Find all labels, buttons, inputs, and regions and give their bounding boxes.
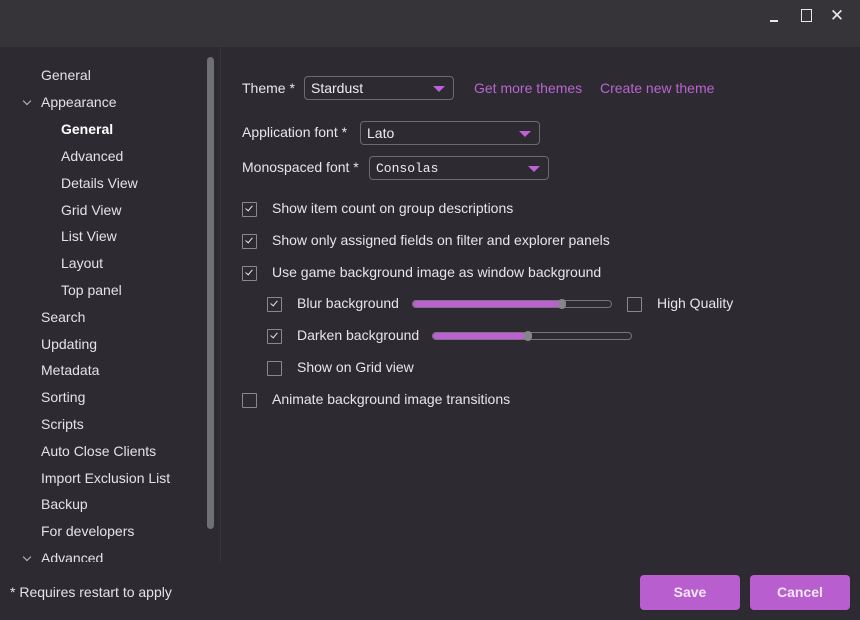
use-background-image-label[interactable]: Use game background image as window back… xyxy=(272,264,601,280)
show-item-count-label[interactable]: Show item count on group descriptions xyxy=(272,200,513,216)
show-assigned-fields-label[interactable]: Show only assigned fields on filter and … xyxy=(272,232,610,248)
dropdown-arrow-icon xyxy=(433,86,445,92)
sidebar-item-list-view[interactable]: List View xyxy=(61,228,117,244)
dropdown-arrow-icon xyxy=(519,131,531,137)
sidebar-item-appearance-advanced[interactable]: Advanced xyxy=(61,148,123,164)
theme-value: Stardust xyxy=(311,80,364,96)
darken-background-label[interactable]: Darken background xyxy=(297,327,419,343)
darken-slider[interactable] xyxy=(432,331,632,341)
blur-slider[interactable] xyxy=(412,299,612,309)
sidebar-item-details-view[interactable]: Details View xyxy=(61,175,138,191)
sidebar-item-for-developers[interactable]: For developers xyxy=(41,523,134,539)
darken-background-checkbox[interactable] xyxy=(267,329,282,344)
high-quality-checkbox[interactable] xyxy=(627,297,642,312)
sidebar-item-general[interactable]: General xyxy=(41,67,91,83)
blur-background-checkbox[interactable] xyxy=(267,297,282,312)
maximize-button[interactable] xyxy=(795,6,817,26)
blur-slider-thumb[interactable] xyxy=(557,299,566,309)
chevron-down-icon[interactable] xyxy=(23,99,31,107)
sidebar-item-search[interactable]: Search xyxy=(41,309,85,325)
app-font-label: Application font * xyxy=(242,124,348,140)
minimize-button[interactable] xyxy=(763,6,785,26)
sidebar-item-auto-close-clients[interactable]: Auto Close Clients xyxy=(41,443,156,459)
app-font-value: Lato xyxy=(367,125,395,141)
create-new-theme-link[interactable]: Create new theme xyxy=(600,80,714,96)
save-button[interactable]: Save xyxy=(640,575,740,610)
chevron-down-icon[interactable] xyxy=(23,555,31,562)
sidebar-item-metadata[interactable]: Metadata xyxy=(41,362,99,378)
close-button[interactable]: ✕ xyxy=(826,6,848,26)
blur-background-label[interactable]: Blur background xyxy=(297,295,399,311)
mono-font-value: Consolas xyxy=(376,161,439,176)
restart-note: * Requires restart to apply xyxy=(10,584,172,600)
sidebar-item-advanced[interactable]: Advanced xyxy=(41,550,103,562)
divider xyxy=(220,47,221,562)
sidebar-item-backup[interactable]: Backup xyxy=(41,496,88,512)
mono-font-label: Monospaced font * xyxy=(242,159,359,175)
high-quality-label[interactable]: High Quality xyxy=(657,295,733,311)
sidebar-item-sorting[interactable]: Sorting xyxy=(41,389,85,405)
show-assigned-fields-checkbox[interactable] xyxy=(242,234,257,249)
dropdown-arrow-icon xyxy=(528,166,540,172)
mono-font-select[interactable]: Consolas xyxy=(369,156,549,180)
sidebar-item-updating[interactable]: Updating xyxy=(41,336,97,352)
sidebar-item-appearance[interactable]: Appearance xyxy=(41,94,117,110)
sidebar-item-layout[interactable]: Layout xyxy=(61,255,103,271)
theme-label: Theme * xyxy=(242,80,295,96)
get-more-themes-link[interactable]: Get more themes xyxy=(474,80,582,96)
sidebar-item-grid-view[interactable]: Grid View xyxy=(61,202,121,218)
close-icon: ✕ xyxy=(829,6,845,25)
darken-slider-thumb[interactable] xyxy=(524,331,533,341)
cancel-button[interactable]: Cancel xyxy=(750,575,850,610)
animate-transitions-label[interactable]: Animate background image transitions xyxy=(272,391,510,407)
show-item-count-checkbox[interactable] xyxy=(242,202,257,217)
darken-slider-fill xyxy=(433,333,529,339)
theme-select[interactable]: Stardust xyxy=(304,76,454,100)
sidebar-item-import-exclusion-list[interactable]: Import Exclusion List xyxy=(41,470,170,486)
title-bar: ✕ xyxy=(0,0,860,47)
app-font-select[interactable]: Lato xyxy=(360,121,540,145)
sidebar-item-scripts[interactable]: Scripts xyxy=(41,416,84,432)
show-on-grid-checkbox[interactable] xyxy=(267,361,282,376)
animate-transitions-checkbox[interactable] xyxy=(242,393,257,408)
sidebar-scrollbar[interactable] xyxy=(207,57,214,529)
sidebar-item-appearance-general[interactable]: General xyxy=(61,121,113,137)
use-background-image-checkbox[interactable] xyxy=(242,266,257,281)
sidebar-item-top-panel[interactable]: Top panel xyxy=(61,282,122,298)
show-on-grid-label[interactable]: Show on Grid view xyxy=(297,359,414,375)
settings-sidebar: General Appearance General Advanced Deta… xyxy=(0,47,220,562)
blur-slider-fill xyxy=(413,301,562,307)
